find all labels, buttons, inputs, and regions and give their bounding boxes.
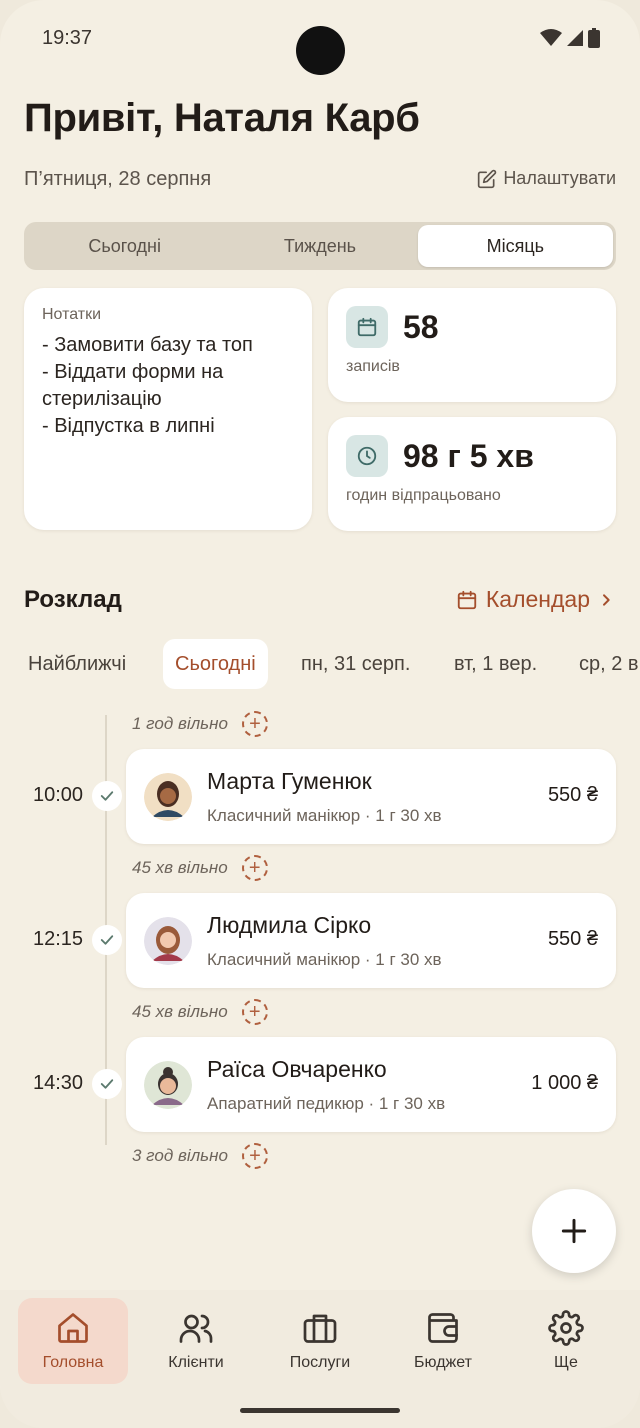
check-icon [92, 781, 122, 811]
free-slot: 45 хв вільно + [132, 855, 268, 881]
period-segmented-control: Сьогодні Тиждень Місяць [24, 222, 616, 270]
nav-home[interactable]: Головна [18, 1298, 128, 1384]
briefcase-icon [303, 1314, 337, 1343]
notes-card[interactable]: Нотатки - Замовити базу та топ - Віддати… [24, 288, 312, 530]
free-slot: 45 хв вільно + [132, 999, 268, 1025]
calendar-icon [346, 306, 388, 348]
calendar-icon [457, 590, 477, 609]
appointments-label: записів [346, 358, 400, 375]
wifi-icon [540, 29, 562, 46]
edit-icon [478, 169, 497, 188]
tab-today[interactable]: Сьогодні [27, 225, 222, 267]
note-line: - Відпустка в липні [42, 415, 215, 437]
home-indicator[interactable] [240, 1408, 400, 1413]
nav-clients[interactable]: Клієнти [141, 1298, 251, 1384]
client-name: Марта Гуменюк [207, 768, 372, 794]
add-slot-icon[interactable]: + [241, 1143, 268, 1169]
nav-more[interactable]: Ще [511, 1298, 621, 1384]
plus-icon [561, 1218, 587, 1244]
check-icon [92, 925, 122, 955]
chip-tue-1[interactable]: вт, 1 вер. [454, 639, 537, 689]
chip-wed-2[interactable]: ср, 2 в [579, 639, 639, 689]
customize-label: Налаштувати [503, 168, 616, 188]
notes-title: Нотатки [42, 306, 102, 323]
client-name: Людмила Сірко [207, 912, 372, 938]
hours-value: 98 г 5 хв [403, 438, 534, 474]
appointment-time: 12:15 [33, 928, 84, 950]
nav-label: Клієнти [168, 1354, 224, 1371]
signal-icon [567, 30, 583, 46]
camera-cutout [296, 26, 345, 75]
chip-mon-31[interactable]: пн, 31 серп. [301, 639, 410, 689]
nav-label: Ще [554, 1354, 578, 1371]
app-screen: 19:37 Привіт, Наталя Карб П’ятниця, 28 с… [0, 0, 640, 1428]
appointment-card[interactable]: Раїса Овчаренко Апаратний педикюр · 1 г … [126, 1037, 616, 1132]
client-name: Раїса Овчаренко [207, 1056, 387, 1082]
calendar-button[interactable]: Календар [456, 586, 614, 613]
status-icons [540, 28, 600, 48]
appointment-price: 550 ₴ [547, 784, 598, 806]
tab-month[interactable]: Місяць [417, 225, 613, 267]
service-details: Класичний манікюр · 1 г 30 хв [207, 950, 442, 969]
add-slot-icon[interactable]: + [241, 711, 268, 737]
avatar [144, 917, 192, 965]
free-slot-label: 45 хв вільно [132, 1002, 228, 1021]
note-line: стерилізацію [42, 388, 162, 410]
schedule-title: Розклад [24, 586, 122, 613]
chip-upcoming[interactable]: Найближчі [28, 639, 126, 689]
appointment-time: 14:30 [33, 1072, 84, 1094]
add-slot-icon[interactable]: + [241, 999, 268, 1025]
greeting-title: Привіт, Наталя Карб [24, 96, 420, 140]
battery-icon [588, 28, 600, 48]
free-slot: 1 год вільно + [132, 711, 268, 737]
appointments-stat-card[interactable]: 58 записів [328, 288, 616, 402]
nav-budget[interactable]: Бюджет [388, 1298, 498, 1384]
free-slot: 3 год вільно + [132, 1143, 268, 1169]
nav-label: Головна [42, 1354, 104, 1371]
tab-week[interactable]: Тиждень [222, 225, 417, 267]
status-time: 19:37 [42, 27, 93, 49]
nav-label: Бюджет [414, 1354, 472, 1371]
free-slot-label: 45 хв вільно [132, 858, 228, 877]
service-details: Класичний манікюр · 1 г 30 хв [207, 806, 442, 825]
note-line: - Замовити базу та топ [42, 334, 253, 356]
appointment-card[interactable]: Людмила Сірко Класичний манікюр · 1 г 30… [126, 893, 616, 988]
users-icon [179, 1314, 213, 1343]
date-filter-chips: Найближчі Сьогодні пн, 31 серп. вт, 1 ве… [0, 639, 640, 689]
appointment-price: 1 000 ₴ [531, 1072, 598, 1094]
current-date: П’ятниця, 28 серпня [24, 168, 212, 190]
appointment-card[interactable]: Марта Гуменюк Класичний манікюр · 1 г 30… [126, 749, 616, 844]
gear-icon [548, 1310, 584, 1346]
note-line: - Віддати форми на [42, 361, 224, 383]
appointments-count: 58 [403, 309, 439, 345]
appointment-time: 10:00 [33, 784, 84, 806]
chip-today[interactable]: Сьогодні [163, 639, 268, 689]
add-slot-icon[interactable]: + [241, 855, 268, 881]
customize-button[interactable]: Налаштувати [477, 168, 616, 189]
wallet-icon [428, 1313, 458, 1343]
free-slot-label: 3 год вільно [132, 1146, 228, 1165]
appointment-price: 550 ₴ [547, 928, 598, 950]
avatar [144, 1061, 192, 1109]
hours-label: годин відпрацьовано [346, 487, 501, 504]
chevron-right-icon [603, 593, 610, 606]
check-icon [92, 1069, 122, 1099]
free-slot-label: 1 год вільно [132, 714, 228, 733]
nav-label: Послуги [289, 1354, 351, 1371]
add-appointment-button[interactable] [532, 1189, 616, 1273]
calendar-label: Календар [485, 586, 590, 612]
avatar [144, 773, 192, 821]
clock-icon [346, 435, 388, 477]
hours-stat-card[interactable]: 98 г 5 хв годин відпрацьовано [328, 417, 616, 531]
status-bar: 19:37 [0, 0, 640, 76]
service-details: Апаратний педикюр · 1 г 30 хв [207, 1094, 446, 1113]
nav-services[interactable]: Послуги [265, 1298, 375, 1384]
home-icon [58, 1313, 88, 1343]
